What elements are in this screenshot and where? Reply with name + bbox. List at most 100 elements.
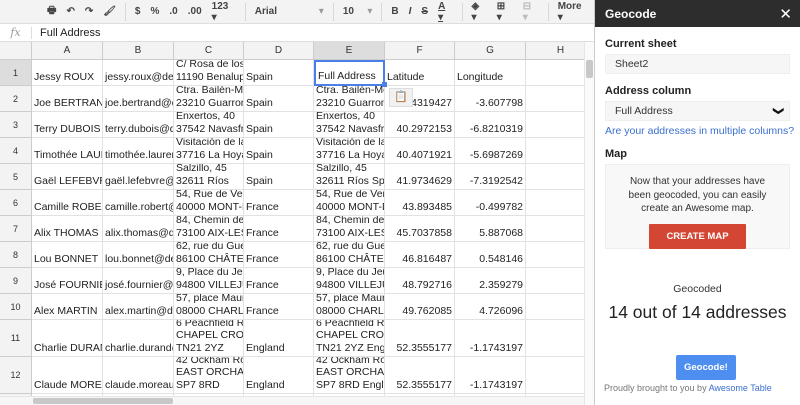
- cell-b9[interactable]: josé.fournier@demo: [103, 268, 174, 294]
- multiple-columns-link[interactable]: Are your addresses in multiple columns?: [605, 125, 800, 137]
- cell-g1[interactable]: Longitude: [455, 60, 526, 86]
- cell-e8[interactable]: 62, rue du Gue J 86100 CHÂTELL: [314, 242, 385, 268]
- column-header-g[interactable]: G: [455, 42, 526, 60]
- cell-a5[interactable]: Gaël LEFEBVRE: [32, 164, 103, 190]
- cell-c6[interactable]: 54, Rue de Verdun 40000 MONT-DE: [174, 190, 244, 216]
- formula-input[interactable]: Full Address: [32, 27, 101, 39]
- column-header-b[interactable]: B: [103, 42, 174, 60]
- cell-d10[interactable]: France: [244, 294, 314, 320]
- cell-c12[interactable]: 42 Ockham Road EAST ORCHARD SP7 8RD: [174, 357, 244, 394]
- column-header-a[interactable]: A: [32, 42, 103, 60]
- merge-cells-button[interactable]: ⊟ ▾: [518, 1, 544, 23]
- cell-h4[interactable]: [526, 138, 584, 164]
- cell-d2[interactable]: Spain: [244, 86, 314, 112]
- cell-c8[interactable]: 62, rue du Gue J 86100 CHÂTELL: [174, 242, 244, 268]
- row-header[interactable]: 8: [0, 242, 32, 268]
- cell-h2[interactable]: [526, 86, 584, 112]
- cell-b2[interactable]: joe.bertrand@demo: [103, 86, 174, 112]
- cell-b4[interactable]: timothée.laurent@: [103, 138, 174, 164]
- cell-h9[interactable]: [526, 268, 584, 294]
- cell-e4[interactable]: Visitación de la E 37716 La Hoya Spain: [314, 138, 385, 164]
- cell-d5[interactable]: Spain: [244, 164, 314, 190]
- current-sheet-field[interactable]: Sheet2: [605, 54, 790, 74]
- cell-e3[interactable]: Enxertos, 40 37542 Navasfrías: [314, 112, 385, 138]
- cell-a11[interactable]: Charlie DURAND: [32, 320, 103, 357]
- cell-h11[interactable]: [526, 320, 584, 357]
- cell-a12[interactable]: Claude MOREAU: [32, 357, 103, 394]
- scrollbar-thumb[interactable]: [33, 398, 173, 404]
- cell-h3[interactable]: [526, 112, 584, 138]
- cell-g9[interactable]: 2.359279: [455, 268, 526, 294]
- cell-b3[interactable]: terry.dubois@demo: [103, 112, 174, 138]
- column-header-f[interactable]: F: [385, 42, 455, 60]
- cell-e11[interactable]: 6 Peachfield Roa CHAPEL CROSS TN21 2YZ E…: [314, 320, 385, 357]
- cell-a2[interactable]: Joe BERTRAND: [32, 86, 103, 112]
- cell-f7[interactable]: 45.7037858: [385, 216, 455, 242]
- cell-c1[interactable]: C/ Rosa de los V 11190 Benalup: [174, 60, 244, 86]
- fill-handle[interactable]: [382, 82, 387, 87]
- cell-h6[interactable]: [526, 190, 584, 216]
- cell-e9[interactable]: 9, Place du Jeu d 94800 VILLEJUIF: [314, 268, 385, 294]
- cell-b5[interactable]: gaël.lefebvre@demo: [103, 164, 174, 190]
- cell-d4[interactable]: Spain: [244, 138, 314, 164]
- paint-format-icon[interactable]: 🖌: [98, 2, 121, 22]
- close-icon[interactable]: ✕: [779, 5, 792, 23]
- borders-button[interactable]: ⊞ ▾: [492, 1, 518, 23]
- cell-h5[interactable]: [526, 164, 584, 190]
- cell-e10[interactable]: 57, place Mauric 08000 CHARLEV: [314, 294, 385, 320]
- cell-f11[interactable]: 52.3555177: [385, 320, 455, 357]
- cell-a9[interactable]: José FOURNIER: [32, 268, 103, 294]
- cell-c10[interactable]: 57, place Mauric 08000 CHARLEV: [174, 294, 244, 320]
- text-color-button[interactable]: A ▾: [433, 1, 457, 23]
- cell-a3[interactable]: Terry DUBOIS: [32, 112, 103, 138]
- cell-f9[interactable]: 48.792716: [385, 268, 455, 294]
- awesome-table-link[interactable]: Awesome Table: [709, 383, 772, 393]
- cell-f1[interactable]: Latitude: [385, 60, 455, 86]
- cell-e5[interactable]: Salzillo, 45 32611 Ríos Spain: [314, 164, 385, 190]
- row-header[interactable]: 9: [0, 268, 32, 294]
- cell-g12[interactable]: -1.1743197: [455, 357, 526, 394]
- paste-options-icon[interactable]: 📋: [389, 88, 413, 107]
- cell-g2[interactable]: -3.607798: [455, 86, 526, 112]
- cell-g11[interactable]: -1.1743197: [455, 320, 526, 357]
- fill-color-button[interactable]: ◈ ▾: [467, 1, 492, 23]
- percent-button[interactable]: %: [145, 2, 164, 22]
- geocode-button[interactable]: Geocode!: [676, 355, 736, 380]
- vertical-scrollbar[interactable]: [584, 42, 594, 405]
- cell-a6[interactable]: Camille ROBERT: [32, 190, 103, 216]
- cell-c4[interactable]: Visitación de la E 37716 La Hoya: [174, 138, 244, 164]
- cell-a10[interactable]: Alex MARTIN: [32, 294, 103, 320]
- cell-f5[interactable]: 41.9734629: [385, 164, 455, 190]
- cell-e2[interactable]: Ctra. Bailén-Motr 23210 Guarromán: [314, 86, 385, 112]
- cell-b10[interactable]: alex.martin@demo: [103, 294, 174, 320]
- print-icon[interactable]: 🖶: [42, 2, 61, 22]
- row-header[interactable]: 7: [0, 216, 32, 242]
- cell-a7[interactable]: Alix THOMAS: [32, 216, 103, 242]
- horizontal-scrollbar[interactable]: [0, 396, 584, 405]
- cell-a8[interactable]: Lou BONNET: [32, 242, 103, 268]
- cell-d12[interactable]: England: [244, 357, 314, 394]
- row-header[interactable]: 11: [0, 320, 32, 357]
- cell-a1[interactable]: Jessy ROUX: [32, 60, 103, 86]
- cell-e12[interactable]: 42 Ockham Road EAST ORCHARD SP7 8RD Engl…: [314, 357, 385, 394]
- cell-f3[interactable]: 40.2972153: [385, 112, 455, 138]
- cell-e6[interactable]: 54, Rue de Verdun 40000 MONT-DE: [314, 190, 385, 216]
- increase-decimal-button[interactable]: .00: [183, 2, 207, 22]
- cell-g4[interactable]: -5.6987269: [455, 138, 526, 164]
- cell-f6[interactable]: 43.893485: [385, 190, 455, 216]
- cell-b8[interactable]: lou.bonnet@demo: [103, 242, 174, 268]
- currency-button[interactable]: $: [130, 2, 146, 22]
- row-header[interactable]: 5: [0, 164, 32, 190]
- create-map-button[interactable]: CREATE MAP: [649, 223, 746, 249]
- cell-e1[interactable]: Full Address: [314, 60, 385, 86]
- cell-a4[interactable]: Timothée LAURENT: [32, 138, 103, 164]
- cell-d9[interactable]: France: [244, 268, 314, 294]
- cell-g3[interactable]: -6.8210319: [455, 112, 526, 138]
- more-button[interactable]: More ▾: [553, 1, 594, 23]
- strikethrough-button[interactable]: S: [416, 2, 433, 22]
- cell-d1[interactable]: Spain: [244, 60, 314, 86]
- cell-c9[interactable]: 9, Place du Jeu d 94800 VILLEJUIF: [174, 268, 244, 294]
- cell-b12[interactable]: claude.moreau@: [103, 357, 174, 394]
- cell-d8[interactable]: France: [244, 242, 314, 268]
- cell-b7[interactable]: alix.thomas@demo: [103, 216, 174, 242]
